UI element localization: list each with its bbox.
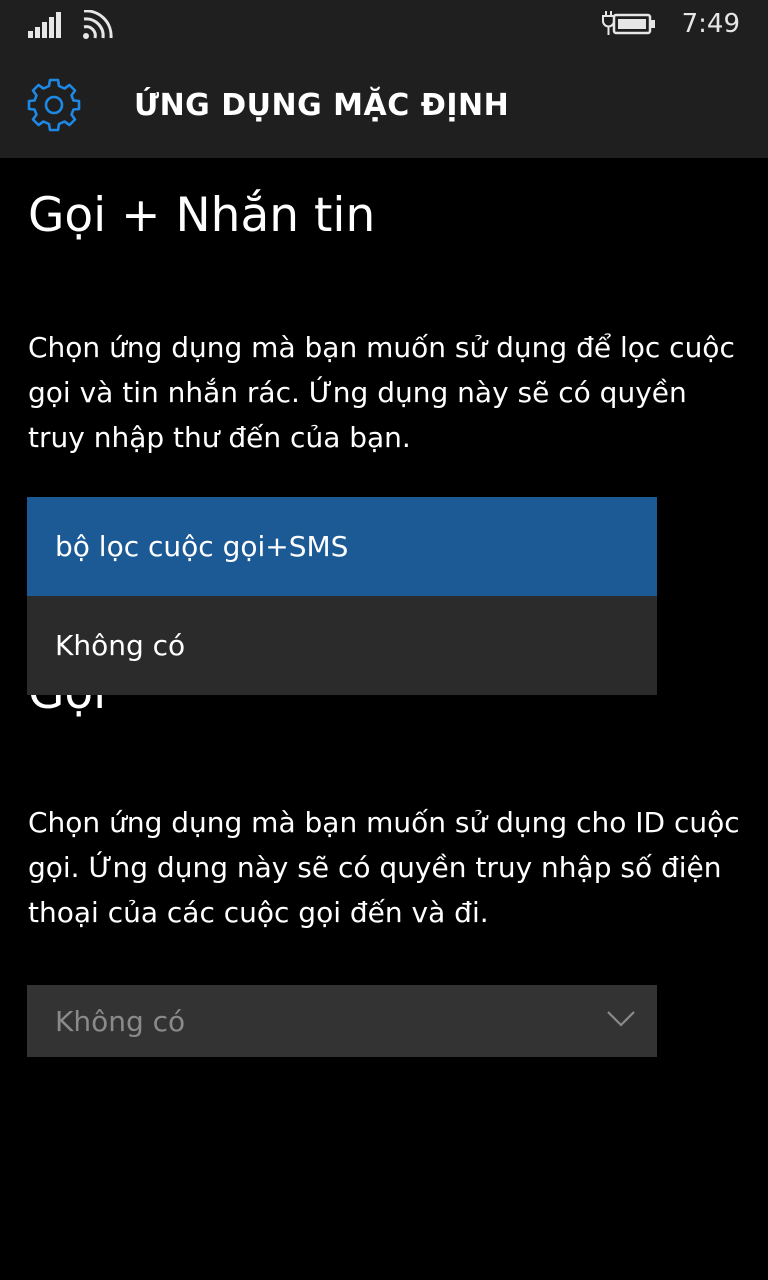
status-bar: 7:49 [0,0,768,52]
section-description-call-sms: Chọn ứng dụng mà bạn muốn sử dụng để lọc… [28,331,735,454]
page-title: ỨNG DỤNG MẶC ĐỊNH [134,88,510,123]
page-header: ỨNG DỤNG MẶC ĐỊNH [0,52,768,158]
dropdown-option-none[interactable]: Không có [27,596,657,695]
wifi-icon [82,9,114,44]
status-time: 7:49 [681,9,740,39]
caller-id-app-combobox[interactable]: Không có [27,985,657,1057]
gear-icon [26,77,82,137]
combobox-value: Không có [55,1004,186,1038]
dropdown-option-call-sms-filter[interactable]: bộ lọc cuộc gọi+SMS [27,497,657,596]
section-heading-call-sms: Gọi + Nhắn tin [28,188,376,243]
battery-charging-icon [600,9,656,41]
section-description-call: Chọn ứng dụng mà bạn muốn sử dụng cho ID… [28,806,740,929]
signal-bars-icon [28,12,62,42]
call-sms-filter-dropdown-list[interactable]: bộ lọc cuộc gọi+SMS Không có [27,497,657,695]
chevron-down-icon [607,1011,635,1031]
